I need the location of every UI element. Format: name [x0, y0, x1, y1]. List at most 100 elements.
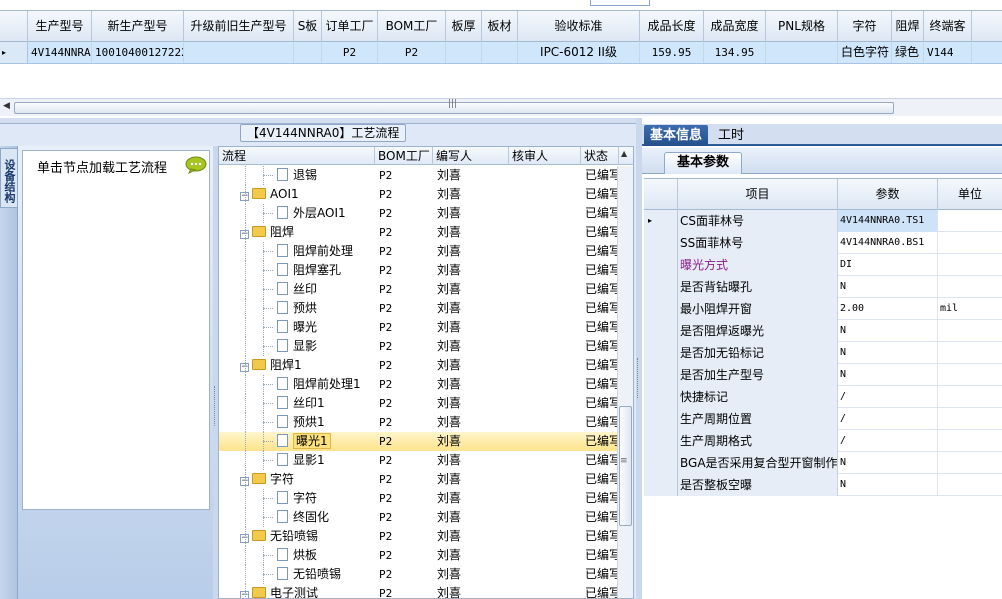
tab-work-hours[interactable]: 工时 — [712, 125, 750, 146]
tab-basic-info[interactable]: 基本信息 — [644, 125, 709, 146]
param-value[interactable]: / — [838, 408, 938, 430]
tree-row[interactable]: 终固化 P2 刘喜 已编写 — [219, 508, 619, 527]
tree-row[interactable]: 阻焊前处理1 P2 刘喜 已编写 — [219, 375, 619, 394]
grid-cell[interactable]: 134.95 — [704, 42, 766, 63]
grid-col-header[interactable]: 字符 — [838, 11, 892, 42]
grid-col-header[interactable]: S板 — [294, 11, 322, 42]
params-col-value[interactable]: 参数 — [838, 179, 938, 210]
tree-col-header[interactable]: BOM工厂 — [375, 147, 433, 165]
side-tab-equipment[interactable]: 设备结构 — [0, 148, 18, 208]
params-col-item[interactable]: 项目 — [678, 179, 838, 210]
param-row-indicator — [644, 276, 678, 298]
tree-row[interactable]: − AOI1 P2 刘喜 已编写 — [219, 185, 619, 204]
vertical-scrollbar[interactable]: ▲ ≡ — [617, 149, 633, 598]
param-row[interactable]: 快捷标记 / — [644, 386, 1002, 408]
grid-col-header[interactable]: 订单工厂 — [322, 11, 378, 42]
tree-row[interactable]: 烘板 P2 刘喜 已编写 — [219, 546, 619, 565]
scroll-up-icon[interactable]: ▲ — [621, 149, 627, 158]
grid-cell[interactable]: V144 — [924, 42, 972, 63]
param-row[interactable]: ▸ CS面菲林号 4V144NNRA0.TS1 — [644, 210, 1002, 232]
param-value[interactable]: N — [838, 452, 938, 474]
param-value[interactable]: 4V144NNRA0.TS1 — [838, 210, 938, 232]
tree-row[interactable]: 外层AOI1 P2 刘喜 已编写 — [219, 204, 619, 223]
tree-row[interactable]: 阻焊前处理 P2 刘喜 已编写 — [219, 242, 619, 261]
tree-row[interactable]: 显影 P2 刘喜 已编写 — [219, 337, 619, 356]
param-value[interactable]: N — [838, 342, 938, 364]
tree-col-header[interactable]: 编写人 — [433, 147, 509, 165]
tree-row[interactable]: − 阻焊 P2 刘喜 已编写 — [219, 223, 619, 242]
grid-col-header[interactable]: 终端客 — [924, 11, 972, 42]
grid-cell[interactable] — [766, 42, 838, 63]
param-row[interactable]: 是否加无铅标记 N — [644, 342, 1002, 364]
tree-row[interactable]: − 字符 P2 刘喜 已编写 — [219, 470, 619, 489]
tree-col-header[interactable]: 流程 — [219, 147, 375, 165]
grid-col-header[interactable]: 新生产型号 — [92, 11, 184, 42]
grid-cell[interactable]: 10010400127222 — [92, 42, 184, 63]
param-row[interactable]: 生产周期格式 / — [644, 430, 1002, 452]
tree-row[interactable]: 丝印1 P2 刘喜 已编写 — [219, 394, 619, 413]
tree-row[interactable]: − 阻焊1 P2 刘喜 已编写 — [219, 356, 619, 375]
tree-row[interactable]: 字符 P2 刘喜 已编写 — [219, 489, 619, 508]
tree-row[interactable]: 无铅喷锡 P2 刘喜 已编写 — [219, 565, 619, 584]
grid-cell[interactable]: 绿色 — [892, 42, 924, 63]
param-value[interactable]: DI — [838, 254, 938, 276]
grid-col-header[interactable]: 阻焊 — [892, 11, 924, 42]
param-value[interactable]: N — [838, 320, 938, 342]
tree-row[interactable]: − 电子测试 P2 刘喜 已编写 — [219, 584, 619, 598]
param-row[interactable]: 是否背钻曝孔 N — [644, 276, 1002, 298]
grid-col-header[interactable]: 验收标准 — [518, 11, 640, 42]
param-row[interactable]: 是否整板空曝 N — [644, 474, 1002, 496]
param-row[interactable]: 曝光方式 DI — [644, 254, 1002, 276]
tree-row[interactable]: 丝印 P2 刘喜 已编写 — [219, 280, 619, 299]
tree-row[interactable]: 预烘 P2 刘喜 已编写 — [219, 299, 619, 318]
grid-cell[interactable] — [184, 42, 294, 63]
grid-col-header[interactable]: 生产型号 — [28, 11, 92, 42]
grid-cell[interactable]: IPC-6012 II级 — [518, 42, 640, 63]
param-row[interactable]: 生产周期位置 / — [644, 408, 1002, 430]
param-value[interactable]: / — [838, 430, 938, 452]
grid-col-header[interactable]: 升级前旧生产型号 — [184, 11, 294, 42]
grid-col-header[interactable]: 板材 — [482, 11, 518, 42]
param-row[interactable]: 最小阻焊开窗 2.00 mil — [644, 298, 1002, 320]
param-value[interactable]: N — [838, 364, 938, 386]
grid-cell[interactable] — [446, 42, 482, 63]
grid-col-header[interactable]: 成品长度 — [640, 11, 704, 42]
tree-row[interactable]: 曝光 P2 刘喜 已编写 — [219, 318, 619, 337]
grid-cell[interactable] — [294, 42, 322, 63]
tree-col-header[interactable]: 状态 — [581, 147, 619, 165]
tree-row[interactable]: 退锡 P2 刘喜 已编写 — [219, 166, 619, 185]
grid-cell[interactable]: P2 — [378, 42, 446, 63]
tree-col-header[interactable]: 核审人 — [509, 147, 581, 165]
grid-cell[interactable]: 白色字符 — [838, 42, 892, 63]
scroll-left-icon[interactable]: ◀ — [3, 101, 10, 111]
tree-row[interactable]: − 无铅喷锡 P2 刘喜 已编写 — [219, 527, 619, 546]
subtab-basic-params[interactable]: 基本参数 — [664, 152, 743, 174]
tree-row[interactable]: 阻焊塞孔 P2 刘喜 已编写 — [219, 261, 619, 280]
tree-row[interactable]: 显影1 P2 刘喜 已编写 — [219, 451, 619, 470]
grid-cell[interactable]: P2 — [322, 42, 378, 63]
tree-cell-reviewer — [513, 223, 581, 242]
tree-row[interactable]: 曝光1 P2 刘喜 已编写 — [219, 432, 619, 451]
grid-col-header[interactable]: 成品宽度 — [704, 11, 766, 42]
params-col-unit[interactable]: 单位 — [938, 179, 1002, 210]
grid-col-header[interactable]: BOM工厂 — [378, 11, 446, 42]
param-value[interactable]: 2.00 — [838, 298, 938, 320]
param-row[interactable]: 是否加生产型号 N — [644, 364, 1002, 386]
vscroll-thumb[interactable] — [619, 406, 632, 526]
param-value[interactable]: 4V144NNRA0.BS1 — [838, 232, 938, 254]
param-value[interactable]: N — [838, 276, 938, 298]
top-tab-stub[interactable] — [590, 0, 650, 6]
grid-cell[interactable] — [482, 42, 518, 63]
param-value[interactable]: N — [838, 474, 938, 496]
grid-cell[interactable]: 4V144NNRA0 — [28, 42, 92, 63]
param-row[interactable]: 是否阻焊返曝光 N — [644, 320, 1002, 342]
grid-col-header[interactable]: 板厚 — [446, 11, 482, 42]
param-row[interactable]: BGA是否采用复合型开窗制作 N — [644, 452, 1002, 474]
param-row[interactable]: SS面菲林号 4V144NNRA0.BS1 — [644, 232, 1002, 254]
tree-row[interactable]: 预烘1 P2 刘喜 已编写 — [219, 413, 619, 432]
product-grid-row[interactable]: ▸ 4V144NNRA0 10010400127222 P2 P2 IPC-6012 I… — [0, 42, 1002, 64]
horizontal-scrollbar[interactable]: ◀ ||| — [0, 98, 1002, 116]
param-value[interactable]: / — [838, 386, 938, 408]
grid-cell[interactable]: 159.95 — [640, 42, 704, 63]
grid-col-header[interactable]: PNL规格 — [766, 11, 838, 42]
